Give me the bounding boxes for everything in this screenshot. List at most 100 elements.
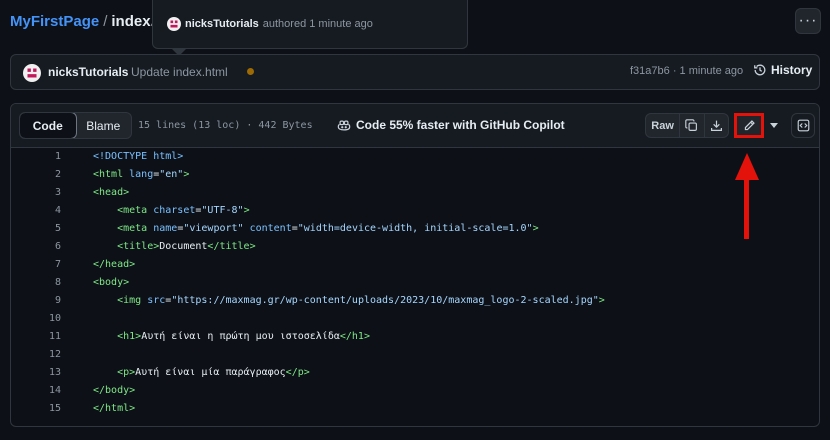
- code-square-icon: [797, 119, 809, 132]
- commit-bar: nicksTutorials Update index.html f31a7b6…: [10, 54, 820, 90]
- more-options-button[interactable]: ···: [795, 8, 821, 34]
- code-line: 12: [11, 346, 819, 364]
- code-line: 8 <body>: [11, 274, 819, 292]
- line-number[interactable]: 1: [11, 151, 61, 162]
- code-tag: <html: [93, 169, 124, 180]
- code-tag: </body>: [93, 385, 136, 396]
- code-text: <!DOCTYPE html>: [93, 151, 184, 162]
- code-attr: src: [141, 295, 166, 306]
- code-tag: <body>: [93, 277, 130, 288]
- commit-sha-time[interactable]: f31a7b6 · 1 minute ago: [630, 65, 743, 77]
- code-line: 1 <!DOCTYPE html>: [11, 148, 819, 166]
- edit-button[interactable]: [734, 113, 764, 138]
- file-header: Code Blame 15 lines (13 loc) · 442 Bytes…: [11, 104, 819, 148]
- code-line: 7 </head>: [11, 256, 819, 274]
- code-tag: >: [243, 205, 250, 216]
- breadcrumb-separator: /: [103, 13, 108, 30]
- code-tag: >: [598, 295, 605, 306]
- history-button[interactable]: History: [753, 63, 812, 77]
- copy-button[interactable]: [680, 114, 705, 137]
- pencil-icon: [744, 120, 755, 131]
- code-line: 13 <p>Αυτή είναι μία παράγραφος</p>: [11, 364, 819, 382]
- file-meta: 15 lines (13 loc) · 442 Bytes: [138, 120, 313, 131]
- code-tag: <head>: [93, 187, 130, 198]
- line-number[interactable]: 3: [11, 187, 61, 198]
- line-number[interactable]: 9: [11, 295, 61, 306]
- code-tag: >: [532, 223, 539, 234]
- code-line: 2 <html lang="en">: [11, 166, 819, 184]
- code-attr: lang: [123, 169, 154, 180]
- repo-link[interactable]: MyFirstPage: [10, 13, 99, 30]
- tab-blame[interactable]: Blame: [76, 113, 132, 138]
- line-number[interactable]: 14: [11, 385, 61, 396]
- code-tag: </html>: [93, 403, 136, 414]
- code-text: Document: [159, 241, 208, 252]
- line-number[interactable]: 10: [11, 313, 61, 324]
- code-text: Αυτή είναι μία παράγραφος: [135, 367, 286, 378]
- annotation-arrow-head: [735, 153, 759, 180]
- code-line: 10: [11, 310, 819, 328]
- triangle-down-icon: [770, 122, 778, 128]
- breadcrumb: MyFirstPage / index.ht: [10, 13, 169, 30]
- code-string: "en": [159, 169, 184, 180]
- code-string: "UTF-8": [201, 205, 244, 216]
- line-number[interactable]: 8: [11, 277, 61, 288]
- edit-dropdown-button[interactable]: [764, 113, 784, 138]
- code-tag: </title>: [207, 241, 256, 252]
- line-number[interactable]: 13: [11, 367, 61, 378]
- code-tag: </head>: [93, 259, 136, 270]
- history-icon: [754, 64, 766, 76]
- file-actions: Raw: [645, 113, 729, 138]
- code-line: 11 <h1>Αυτή είναι η πρώτη μου ιστοσελίδα…: [11, 328, 819, 346]
- popup-author[interactable]: nicksTutorials: [185, 18, 259, 30]
- commit-message[interactable]: Update index.html: [131, 65, 228, 79]
- copilot-icon: [337, 120, 351, 130]
- code-text: Αυτή είναι η πρώτη μου ιστοσελίδα: [141, 331, 340, 342]
- avatar[interactable]: [23, 64, 41, 82]
- raw-button[interactable]: Raw: [646, 114, 681, 137]
- copy-icon: [685, 119, 698, 131]
- avatar-icon: [167, 17, 181, 31]
- code-tag: <meta: [117, 205, 148, 216]
- line-number[interactable]: 11: [11, 331, 61, 342]
- annotation-arrow-shaft: [744, 178, 749, 239]
- code-tag: <title>: [117, 241, 160, 252]
- status-dot[interactable]: [247, 68, 254, 75]
- code-tag: </p>: [285, 367, 310, 378]
- download-icon: [710, 120, 722, 131]
- author-popup: nicksTutorials authored 1 minute ago: [152, 0, 468, 49]
- line-number[interactable]: 15: [11, 403, 61, 414]
- code-attr: charset: [147, 205, 196, 216]
- code-attr: name: [147, 223, 178, 234]
- file-viewer: Code Blame 15 lines (13 loc) · 442 Bytes…: [10, 103, 820, 427]
- popup-text: authored 1 minute ago: [262, 18, 373, 30]
- download-button[interactable]: [705, 114, 728, 137]
- code-tag: <h1>: [117, 331, 142, 342]
- kebab-icon: ···: [798, 12, 818, 29]
- code-tag: </h1>: [339, 331, 370, 342]
- code-line: 15 </html>: [11, 400, 819, 418]
- line-number[interactable]: 6: [11, 241, 61, 252]
- code-line: 6 <title>Document</title>: [11, 238, 819, 256]
- line-number[interactable]: 5: [11, 223, 61, 234]
- copilot-promo[interactable]: Code 55% faster with GitHub Copilot: [337, 118, 565, 132]
- code-line: 5 <meta name="viewport" content="width=d…: [11, 220, 819, 238]
- symbols-panel-button[interactable]: [791, 113, 815, 138]
- code-tag: <p>: [117, 367, 136, 378]
- code-string: "width=device-width, initial-scale=1.0": [297, 223, 533, 234]
- code-line: 9 <img src="https://maxmag.gr/wp-content…: [11, 292, 819, 310]
- copilot-text: Code 55% faster with GitHub Copilot: [356, 118, 565, 132]
- commit-author[interactable]: nicksTutorials: [48, 65, 128, 79]
- edit-group: [734, 113, 786, 138]
- code-line: 4 <meta charset="UTF-8">: [11, 202, 819, 220]
- code-line: 14 </body>: [11, 382, 819, 400]
- code-tag: <img: [117, 295, 142, 306]
- tab-code[interactable]: Code: [20, 113, 77, 138]
- code-tag: <meta: [117, 223, 148, 234]
- line-number[interactable]: 7: [11, 259, 61, 270]
- line-number[interactable]: 12: [11, 349, 61, 360]
- code-string: "https://maxmag.gr/wp-content/uploads/20…: [171, 295, 599, 306]
- line-number[interactable]: 2: [11, 169, 61, 180]
- line-number[interactable]: 4: [11, 205, 61, 216]
- history-label: History: [771, 63, 813, 77]
